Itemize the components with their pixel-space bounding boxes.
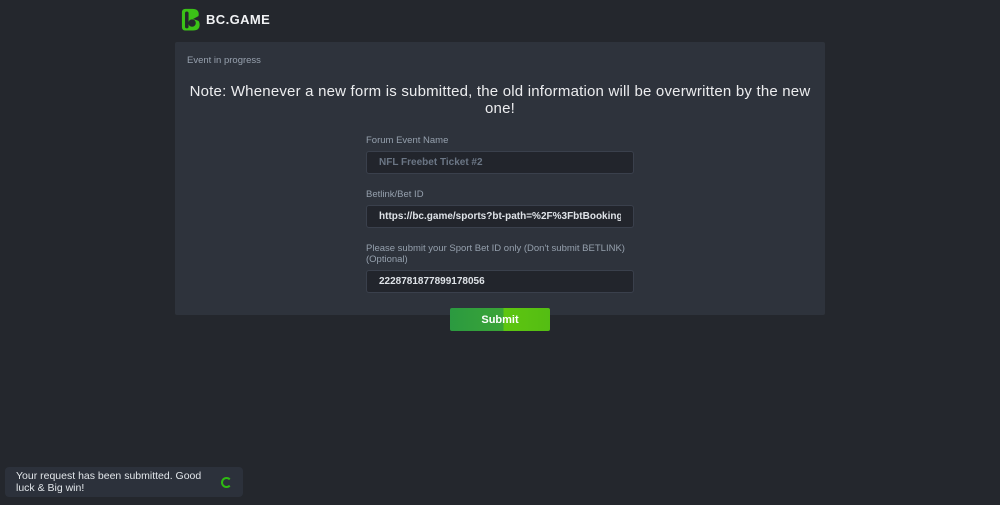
loading-spinner-icon bbox=[221, 477, 232, 488]
page-header: BC.GAME bbox=[0, 0, 1000, 38]
event-status-label: Event in progress bbox=[187, 55, 813, 66]
field-betlink: Betlink/Bet ID bbox=[366, 189, 634, 228]
sport-bet-id-label: Please submit your Sport Bet ID only (Do… bbox=[366, 243, 634, 265]
betlink-label: Betlink/Bet ID bbox=[366, 189, 634, 200]
bcgame-logo-icon bbox=[178, 8, 200, 31]
sport-bet-id-input[interactable] bbox=[366, 270, 634, 293]
overwrite-note: Note: Whenever a new form is submitted, … bbox=[187, 83, 813, 117]
event-form: Forum Event Name Betlink/Bet ID Please s… bbox=[366, 135, 634, 331]
field-sport-bet-id: Please submit your Sport Bet ID only (Do… bbox=[366, 243, 634, 293]
field-forum-event-name: Forum Event Name bbox=[366, 135, 634, 174]
forum-event-name-input[interactable] bbox=[366, 151, 634, 174]
toast-message: Your request has been submitted. Good lu… bbox=[16, 470, 213, 494]
brand-name: BC.GAME bbox=[206, 12, 270, 27]
success-toast: Your request has been submitted. Good lu… bbox=[5, 467, 243, 497]
event-form-card: Event in progress Note: Whenever a new f… bbox=[175, 42, 825, 315]
betlink-input[interactable] bbox=[366, 205, 634, 228]
submit-button[interactable]: Submit bbox=[450, 308, 550, 331]
brand-logo[interactable]: BC.GAME bbox=[178, 8, 270, 31]
forum-event-name-label: Forum Event Name bbox=[366, 135, 634, 146]
